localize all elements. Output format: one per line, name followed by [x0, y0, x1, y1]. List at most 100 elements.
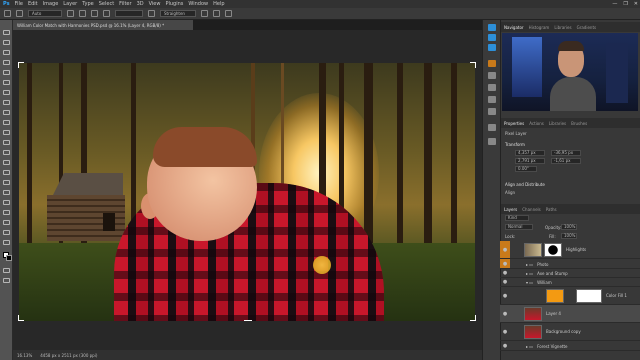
- menu-help[interactable]: Help: [213, 1, 224, 7]
- eye-icon[interactable]: ●: [500, 343, 510, 349]
- transform-handle[interactable]: [475, 62, 476, 68]
- transform-header[interactable]: Transform: [505, 142, 525, 147]
- blur-icon[interactable]: [3, 160, 10, 165]
- x-field[interactable]: -36,95 px: [551, 150, 581, 156]
- character-icon[interactable]: [488, 138, 496, 145]
- layer-group-row[interactable]: ● ▾ ▭ William: [500, 278, 640, 287]
- y-field[interactable]: -1,61 px: [551, 158, 581, 164]
- maximize-icon[interactable]: ❐: [623, 1, 627, 7]
- ps-logo-icon[interactable]: Ps: [3, 1, 10, 7]
- grid-icon[interactable]: [201, 10, 208, 17]
- eye-icon[interactable]: ●: [500, 329, 510, 335]
- subtract-icon[interactable]: [91, 10, 98, 17]
- add-icon[interactable]: [79, 10, 86, 17]
- kind-filter[interactable]: Kind: [505, 215, 529, 221]
- tab-actions[interactable]: Actions: [529, 121, 544, 126]
- frame-icon[interactable]: [3, 80, 10, 85]
- tab-layers[interactable]: Layers: [504, 207, 517, 212]
- menu-image[interactable]: Image: [43, 1, 59, 7]
- hand-icon[interactable]: [3, 220, 10, 225]
- eye-icon[interactable]: ●: [500, 247, 510, 253]
- menu-file[interactable]: File: [15, 1, 23, 7]
- gradient-icon[interactable]: [3, 150, 10, 155]
- layer-row[interactable]: ● Color Fill 1: [500, 287, 640, 305]
- adjust-icon[interactable]: [488, 72, 496, 79]
- menu-select[interactable]: Select: [99, 1, 114, 7]
- menu-3d[interactable]: 3D: [137, 1, 144, 7]
- screen-mode-icon[interactable]: [3, 278, 10, 283]
- background-color[interactable]: [6, 255, 12, 261]
- layer-group-row[interactable]: ● ▸ ▭ Photo: [500, 260, 640, 269]
- transform-handle[interactable]: [244, 320, 252, 321]
- eye-icon[interactable]: ●: [500, 293, 510, 299]
- mode-select[interactable]: Auto: [28, 10, 62, 17]
- transform-handle[interactable]: [18, 62, 19, 68]
- layer-row[interactable]: ● Highlights: [500, 241, 640, 259]
- path-select-icon[interactable]: [3, 200, 10, 205]
- move-icon[interactable]: [3, 30, 10, 35]
- opacity-field[interactable]: 100%: [561, 224, 577, 230]
- width-field[interactable]: 4,357 px: [515, 150, 545, 156]
- document-canvas[interactable]: [19, 63, 475, 321]
- fill-field[interactable]: 100%: [561, 233, 577, 239]
- dodge-icon[interactable]: [3, 170, 10, 175]
- crop-icon[interactable]: [3, 70, 10, 75]
- actions-icon[interactable]: [488, 96, 496, 103]
- layer-row[interactable]: ● Background copy: [500, 323, 640, 341]
- sample-icon[interactable]: [148, 10, 155, 17]
- zoom-level[interactable]: 16.13%: [17, 353, 32, 358]
- history-brush-icon[interactable]: [3, 130, 10, 135]
- transform-handle[interactable]: [18, 315, 19, 321]
- tab-brushes[interactable]: Brushes: [571, 121, 587, 126]
- home-icon[interactable]: [4, 10, 11, 17]
- menu-edit[interactable]: Edit: [28, 1, 38, 7]
- tab-channels[interactable]: Channels: [522, 207, 541, 212]
- close-icon[interactable]: ✕: [634, 1, 638, 7]
- properties-icon[interactable]: [488, 124, 496, 131]
- marquee-icon[interactable]: [3, 40, 10, 45]
- stamp-icon[interactable]: [3, 120, 10, 125]
- menu-type[interactable]: Type: [82, 1, 93, 7]
- document-tab[interactable]: William Color Match with Harmonies PSD.p…: [13, 20, 193, 30]
- eye-icon[interactable]: ●: [500, 279, 510, 285]
- tab-libraries[interactable]: Libraries: [554, 25, 571, 30]
- menu-filter[interactable]: Filter: [119, 1, 131, 7]
- history-icon[interactable]: [488, 84, 496, 91]
- tab-histogram[interactable]: Histogram: [529, 25, 550, 30]
- angle-field[interactable]: 0.00°: [515, 166, 537, 172]
- layer-group-row[interactable]: ● ▸ ▭ Axe and Stump: [500, 269, 640, 278]
- tab-properties[interactable]: Properties: [504, 121, 524, 126]
- eye-icon[interactable]: ●: [500, 261, 510, 267]
- straighten-button[interactable]: Straighten: [160, 10, 196, 17]
- swatches-icon[interactable]: [488, 44, 496, 51]
- eye-icon[interactable]: ●: [500, 311, 510, 317]
- eyedropper-icon[interactable]: [3, 90, 10, 95]
- type-icon[interactable]: [3, 190, 10, 195]
- layer-row-selected[interactable]: ● Layer 4: [500, 305, 640, 323]
- eraser-icon[interactable]: [3, 140, 10, 145]
- quick-select-icon[interactable]: [3, 60, 10, 65]
- more-tools-icon[interactable]: [3, 240, 10, 245]
- tab-libraries-2[interactable]: Libraries: [549, 121, 566, 126]
- menu-plugins[interactable]: Plugins: [165, 1, 183, 7]
- lasso-icon[interactable]: [3, 50, 10, 55]
- tab-paths[interactable]: Paths: [546, 207, 557, 212]
- settings-icon[interactable]: [213, 10, 220, 17]
- transform-handle[interactable]: [475, 315, 476, 321]
- menu-window[interactable]: Window: [188, 1, 208, 7]
- menu-view[interactable]: View: [149, 1, 161, 7]
- zoom-icon[interactable]: [3, 230, 10, 235]
- brush-icon[interactable]: [3, 110, 10, 115]
- blend-mode-select[interactable]: Normal: [505, 224, 533, 230]
- pen-icon[interactable]: [3, 180, 10, 185]
- layer-select[interactable]: [115, 10, 143, 17]
- minimize-icon[interactable]: —: [612, 1, 617, 7]
- shape-icon[interactable]: [3, 210, 10, 215]
- color-icon[interactable]: [488, 34, 496, 41]
- tab-gradients[interactable]: Gradients: [577, 25, 597, 30]
- menu-layer[interactable]: Layer: [63, 1, 77, 7]
- quick-mask-icon[interactable]: [3, 268, 10, 273]
- healing-icon[interactable]: [3, 100, 10, 105]
- brush-preset-icon[interactable]: [67, 10, 74, 17]
- navigator-icon[interactable]: [488, 24, 496, 31]
